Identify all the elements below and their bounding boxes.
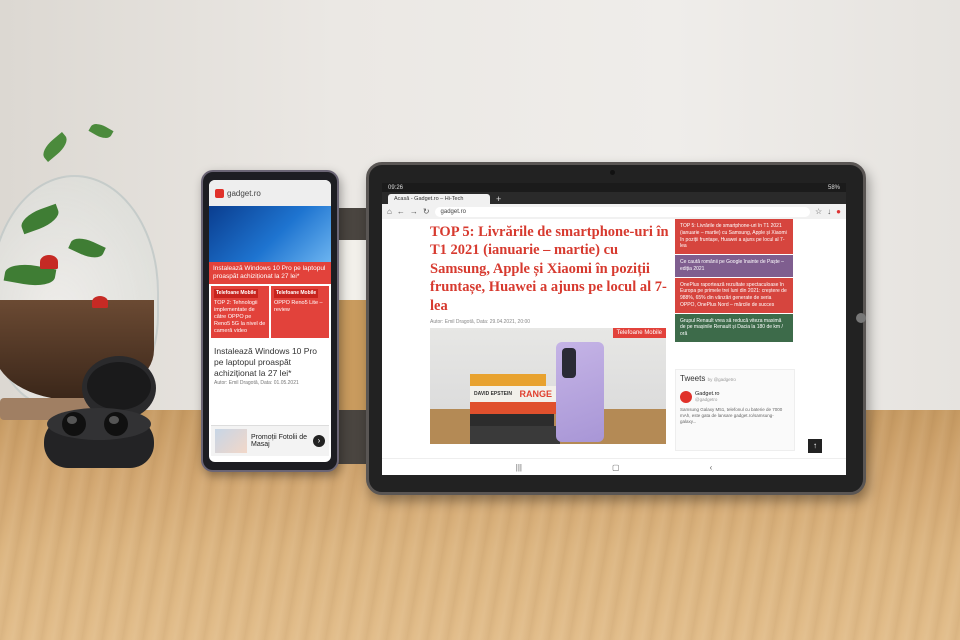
recent-apps-icon[interactable]: |||: [516, 463, 522, 472]
phone-product-image: [556, 342, 604, 442]
tweet-handle: @gadgetro: [695, 397, 718, 402]
tweets-by[interactable]: by @gadgetro: [708, 377, 736, 382]
sidebar-list: TOP 5: Livrările de smartphone-uri în T1…: [675, 219, 793, 343]
phone-article-card[interactable]: Telefoane Mobile TOP 2: Tehnologii imple…: [211, 286, 269, 339]
front-camera: [610, 170, 615, 175]
phone-article-meta: Autor: Emil Dragotă, Data: 01.05.2021: [214, 380, 299, 387]
tablet: 09:26 58% Acasă - Gadget.ro – Hi-Tech + …: [366, 162, 866, 495]
earbuds-case: [44, 356, 156, 468]
tweets-widget: Tweets by @gadgetro Gadget.ro @gadgetro …: [675, 369, 795, 451]
category-badge: Telefoane Mobile: [214, 289, 259, 298]
book-cover: [470, 374, 546, 386]
phone-article-card[interactable]: Telefoane Mobile OPPO Reno5 Lite – revie…: [271, 286, 329, 339]
card-title: TOP 2: Tehnologii implementate de către …: [214, 299, 266, 335]
home-icon[interactable]: ⌂: [387, 207, 392, 216]
tweet-author[interactable]: Gadget.ro @gadgetro: [676, 385, 794, 403]
back-arrow-icon[interactable]: ←: [397, 207, 405, 216]
category-badge[interactable]: Telefoane Mobile: [612, 328, 666, 338]
phone-header: gadget.ro: [209, 180, 331, 206]
status-battery: 58%: [827, 184, 840, 191]
card-title: OPPO Reno5 Lite – review: [274, 299, 323, 313]
sidebar-item[interactable]: TOP 5: Livrările de smartphone-uri în T1…: [675, 219, 793, 254]
sidebar-item[interactable]: Grupul Renault vrea să reducă viteza max…: [675, 313, 793, 342]
home-button-icon[interactable]: ▢: [612, 463, 620, 472]
tweet-text: Samsung Galaxy M51, telefonul cu baterie…: [680, 407, 783, 425]
article-headline[interactable]: TOP 5: Livrările de smartphone-uri în T1…: [430, 223, 670, 315]
article-byline: Autor: Emil Dragotă, Data: 29.04.2021, 2…: [430, 319, 531, 326]
site-logo-icon: [215, 188, 224, 198]
phone-card-grid: Telefoane Mobile TOP 2: Tehnologii imple…: [209, 284, 331, 340]
phone-banner-link[interactable]: Instalează Windows 10 Pro pe laptopul pr…: [209, 262, 331, 285]
sidebar-item[interactable]: OnePlus raportează rezultate spectaculoa…: [675, 277, 793, 313]
ad-text: Promoții Fotolii de Masaj: [251, 434, 308, 448]
book-author-label: DAVID EPSTEIN: [474, 391, 512, 397]
reload-icon[interactable]: ↻: [423, 207, 430, 216]
camera-module: [562, 348, 576, 378]
tablet-screen: 09:26 58% Acasă - Gadget.ro – Hi-Tech + …: [382, 183, 846, 475]
phone-hero-image: [209, 206, 331, 262]
new-tab-icon[interactable]: +: [496, 194, 501, 204]
book-cover: [470, 402, 560, 414]
main-article: TOP 5: Livrările de smartphone-uri în T1…: [430, 223, 670, 325]
status-time: 09:26: [388, 184, 404, 191]
browser-tab[interactable]: Acasă - Gadget.ro – Hi-Tech: [388, 194, 490, 204]
book-cover: [470, 426, 560, 444]
scroll-top-button[interactable]: ↑: [808, 439, 822, 453]
browser-tab-strip: Acasă - Gadget.ro – Hi-Tech +: [382, 192, 846, 204]
back-button-icon[interactable]: ‹: [710, 463, 713, 472]
status-bar: 09:26 58%: [382, 183, 846, 192]
sidebar-item[interactable]: Ce caută românii pe Google înainte de Pa…: [675, 255, 793, 277]
address-bar-row: ⌂ ← → ↻ gadget.ro ☆ ↓ ●: [382, 204, 846, 220]
menu-icon[interactable]: ●: [836, 207, 841, 216]
book-cover: [470, 414, 554, 426]
tweets-title: Tweets: [680, 374, 706, 383]
url-field[interactable]: gadget.ro: [434, 206, 810, 217]
tweets-header: Tweets by @gadgetro: [676, 370, 794, 385]
star-icon[interactable]: ☆: [815, 207, 822, 216]
phone-site-name[interactable]: gadget.ro: [227, 189, 261, 198]
article-image[interactable]: DAVID EPSTEIN RANGE Telefoane Mobile: [430, 328, 666, 444]
android-nav-bar: ||| ▢ ‹: [382, 458, 846, 475]
phone-screen: gadget.ro Instalează Windows 10 Pro pe l…: [209, 180, 331, 462]
side-edge-handle[interactable]: [856, 313, 866, 323]
page-content: TOP 5: Livrările de smartphone-uri în T1…: [382, 219, 846, 459]
forward-arrow-icon[interactable]: →: [410, 207, 418, 216]
book-title-label: RANGE: [519, 389, 552, 399]
phone-article-title[interactable]: Instalează Windows 10 Pro pe laptopul pr…: [209, 340, 331, 380]
account-avatar: [680, 391, 692, 403]
smartphone: gadget.ro Instalează Windows 10 Pro pe l…: [201, 170, 339, 472]
ad-thumbnail: [215, 429, 247, 453]
chevron-right-icon[interactable]: ›: [313, 435, 325, 447]
mushroom-decoration: [92, 296, 108, 308]
category-badge: Telefoane Mobile: [274, 289, 319, 298]
download-icon[interactable]: ↓: [827, 207, 831, 216]
phone-ad-banner[interactable]: Promoții Fotolii de Masaj ›: [211, 425, 329, 456]
book-cover: DAVID EPSTEIN RANGE: [470, 386, 556, 402]
mushroom-decoration: [40, 255, 58, 269]
